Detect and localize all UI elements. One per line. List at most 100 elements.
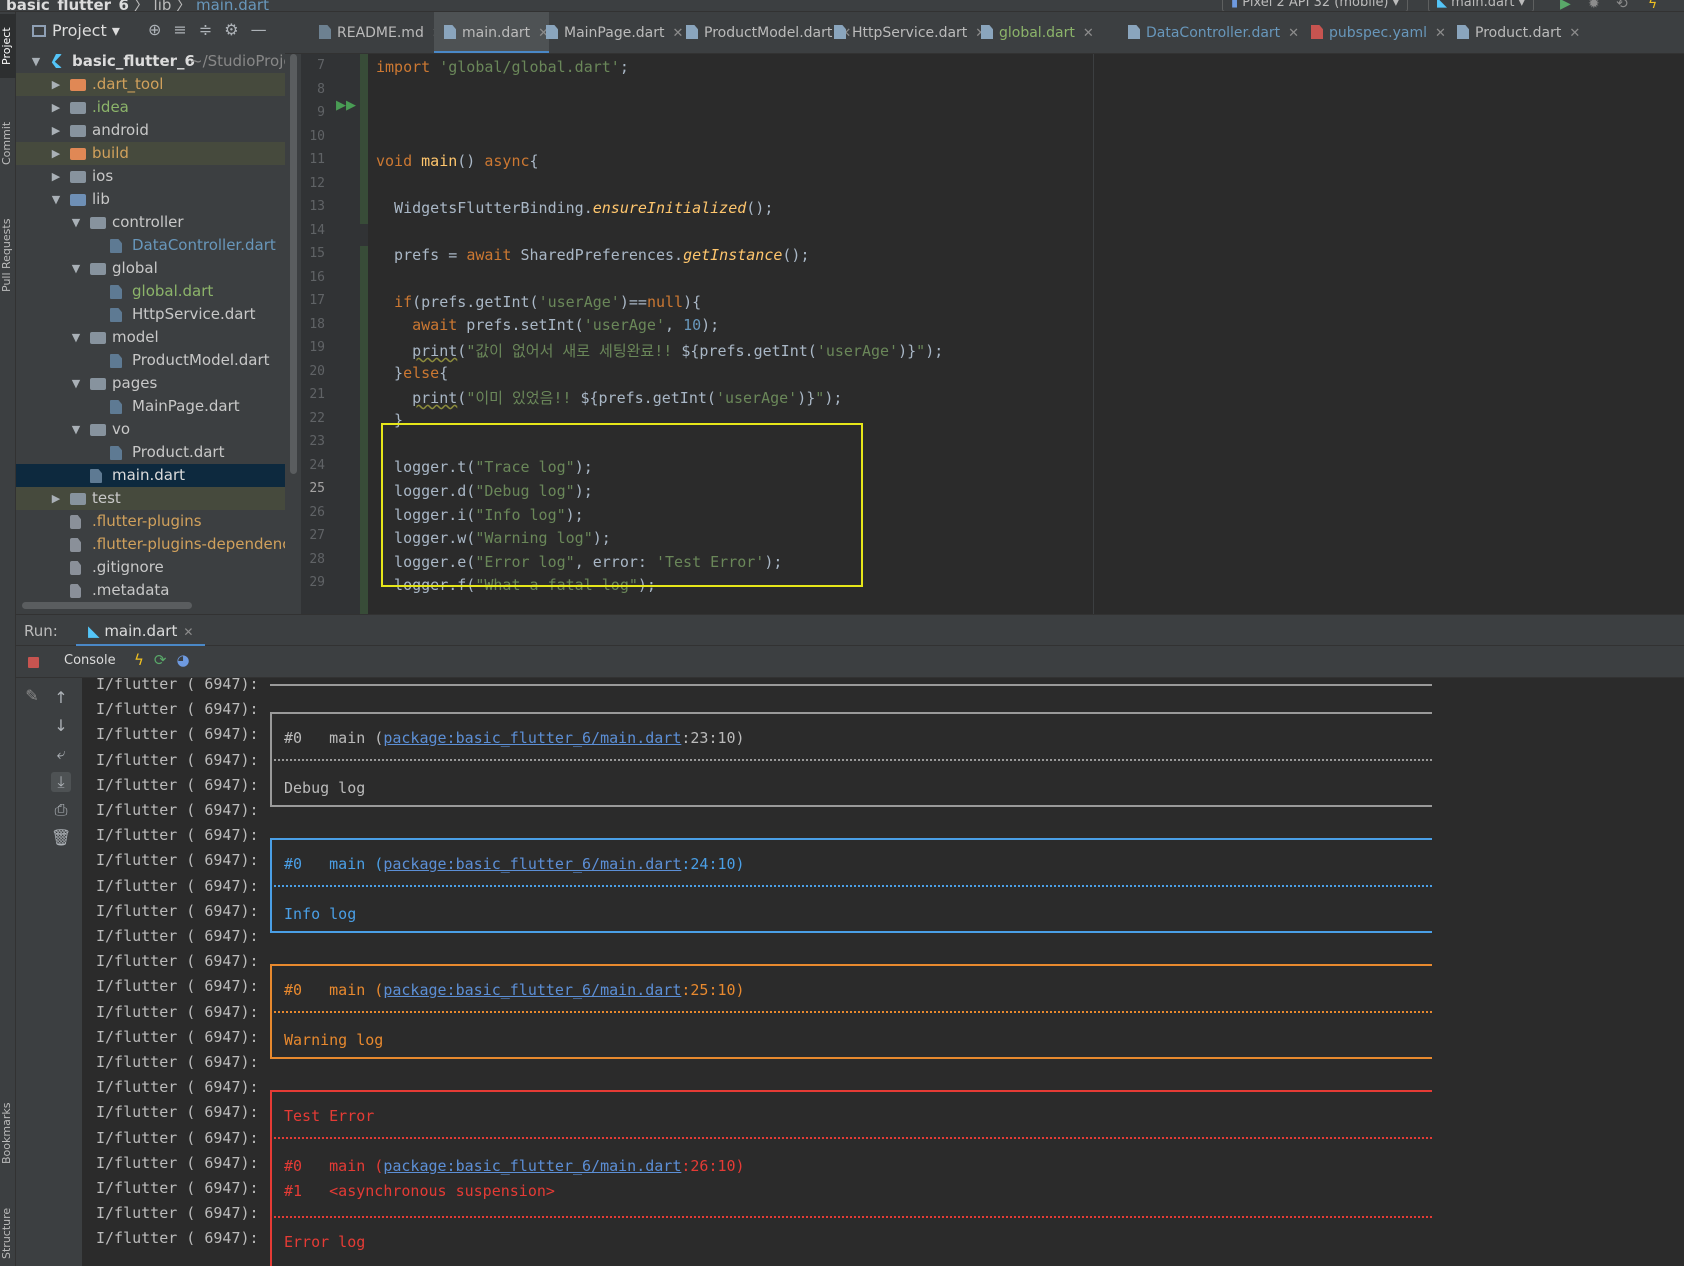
tab-httpservice-dart[interactable]: HttpService.dart ✕	[824, 12, 986, 53]
chevron-right-icon[interactable]: ▶	[50, 96, 62, 119]
close-icon[interactable]: ✕	[1083, 26, 1094, 41]
chevron-down-icon[interactable]: ▼	[70, 372, 82, 395]
tree-item[interactable]: .flutter-plugins	[16, 510, 285, 533]
folder-icon	[90, 217, 106, 229]
tab-product-dart[interactable]: Product.dart ✕	[1447, 12, 1580, 53]
run-tab-main-dart[interactable]: ◣ main.dart ✕	[76, 615, 206, 647]
structure-tool-button[interactable]: Structure	[0, 1198, 16, 1266]
collapse-all-icon[interactable]: ≑	[199, 20, 224, 39]
hot-reload-icon[interactable]: ϟ	[1648, 0, 1657, 11]
breadcrumb-dir[interactable]: lib	[154, 0, 172, 11]
debug-message: Debug log	[284, 779, 366, 797]
debug-icon[interactable]: ✹	[1588, 0, 1600, 11]
breadcrumb-file[interactable]: main.dart	[196, 0, 269, 11]
chevron-right-icon[interactable]: ▶	[50, 73, 62, 96]
tree-item[interactable]: ▶ ios	[16, 165, 285, 188]
device-selector[interactable]: ▮ Pixel 2 API 32 (mobile) ▾	[1222, 0, 1409, 11]
soft-wrap-icon[interactable]: ⤶	[51, 744, 71, 764]
run-icon[interactable]: ▶	[1560, 0, 1571, 11]
tree-item[interactable]: ▼ model	[16, 326, 285, 349]
tree-item[interactable]: .gitignore	[16, 556, 285, 579]
chevron-down-icon[interactable]: ▼	[70, 257, 82, 280]
error-async-trace: #1 <asynchronous suspension>	[284, 1182, 555, 1200]
gear-icon[interactable]: ⚙	[224, 20, 250, 39]
log-prefix: I/flutter ( 6947):	[96, 1053, 259, 1071]
print-icon[interactable]: ⎙	[51, 800, 71, 820]
tab-datacontroller-dart[interactable]: DataController.dart ✕	[1118, 12, 1299, 53]
down-arrow-icon[interactable]: ↓	[51, 716, 71, 735]
expand-all-icon[interactable]: ≡	[173, 20, 198, 39]
tab-readme-md[interactable]: README.md✕	[309, 12, 443, 53]
locate-icon[interactable]: ⊕	[148, 20, 173, 39]
project-tree: ▼ basic_flutter_6 ~/StudioProje ▶ .dart_tool…	[16, 48, 285, 614]
tree-item[interactable]: ▼ lib	[16, 188, 285, 211]
hot-reload-icon[interactable]: ϟ	[134, 651, 154, 669]
tab-mainpage-dart[interactable]: MainPage.dart ✕	[536, 12, 683, 53]
hot-restart-icon[interactable]: ⟳	[154, 651, 177, 669]
tree-item[interactable]: DataController.dart	[16, 234, 285, 257]
chevron-down-icon[interactable]: ▼	[70, 326, 82, 349]
project-view-selector[interactable]: Project ▾	[32, 21, 120, 40]
tree-item[interactable]: ProductModel.dart	[16, 349, 285, 372]
close-icon[interactable]: ✕	[1435, 26, 1446, 41]
hide-icon[interactable]: —	[251, 20, 279, 39]
close-icon[interactable]: ✕	[183, 625, 193, 639]
source-link[interactable]: package:basic_flutter_6/main.dart	[383, 729, 681, 747]
tree-item[interactable]: Product.dart	[16, 441, 285, 464]
scroll-to-end-icon[interactable]: ⤓	[51, 772, 71, 792]
chevron-right-icon[interactable]: ▶	[50, 487, 62, 510]
breadcrumb-project[interactable]: basic_flutter_6	[6, 0, 129, 11]
run-gutter-icon[interactable]: ▶▶	[336, 98, 356, 113]
stop-icon[interactable]	[28, 657, 39, 668]
tree-item[interactable]: ▶ .dart_tool	[16, 73, 285, 96]
console-output[interactable]: I/flutter ( 6947): I/flutter ( 6947): I/fl…	[82, 678, 1684, 1266]
tree-item[interactable]: HttpService.dart	[16, 303, 285, 326]
trash-icon[interactable]: 🗑	[51, 828, 71, 847]
chevron-right-icon[interactable]: ▶	[50, 165, 62, 188]
tree-item[interactable]: ▼ global	[16, 257, 285, 280]
chevron-right-icon[interactable]: ▶	[50, 142, 62, 165]
tree-item[interactable]: ▶ .idea	[16, 96, 285, 119]
attach-icon[interactable]: ⟲	[1616, 0, 1628, 11]
commit-tool-button[interactable]: Commit	[0, 108, 16, 178]
project-tool-button[interactable]: Project	[0, 14, 16, 78]
log-prefix: I/flutter ( 6947):	[96, 876, 259, 895]
chevron-down-icon[interactable]: ▼	[70, 211, 82, 234]
tab-global-dart[interactable]: global.dart ✕	[971, 12, 1094, 53]
tree-item[interactable]: ▼ controller	[16, 211, 285, 234]
source-link[interactable]: package:basic_flutter_6/main.dart	[383, 1157, 681, 1175]
chevron-down-icon[interactable]: ▼	[70, 418, 82, 441]
tree-item[interactable]: global.dart	[16, 280, 285, 303]
close-icon[interactable]: ✕	[1288, 26, 1299, 41]
tree-item[interactable]: MainPage.dart	[16, 395, 285, 418]
tab-pubspec-yaml[interactable]: pubspec.yaml ✕	[1301, 12, 1446, 53]
tree-item[interactable]: ▶ android	[16, 119, 285, 142]
source-link[interactable]: package:basic_flutter_6/main.dart	[383, 981, 681, 999]
tree-item[interactable]: .flutter-plugins-dependenci	[16, 533, 285, 556]
tree-item[interactable]: main.dart	[16, 464, 285, 487]
pull-requests-tool-button[interactable]: Pull Requests	[0, 200, 16, 310]
tree-item[interactable]: ▼ pages	[16, 372, 285, 395]
devtools-icon[interactable]: ◕	[176, 651, 199, 669]
chevron-right-icon[interactable]: ▶	[50, 119, 62, 142]
tree-horizontal-scrollbar[interactable]	[16, 598, 285, 614]
close-icon[interactable]: ✕	[1569, 26, 1580, 41]
console-tab[interactable]: Console	[64, 653, 116, 668]
run-config-selector[interactable]: ◣ main.dart ▾	[1428, 0, 1535, 11]
chevron-down-icon[interactable]: ▼	[50, 188, 62, 211]
line-number: 10	[309, 128, 325, 144]
dart-icon	[110, 354, 122, 368]
pin-icon[interactable]: ✎	[22, 686, 42, 705]
tree-item[interactable]: ▶ build	[16, 142, 285, 165]
tree-item[interactable]: ▶ test	[16, 487, 285, 510]
bookmarks-tool-button[interactable]: Bookmarks	[0, 1088, 16, 1178]
chevron-down-icon[interactable]: ▼	[30, 50, 42, 73]
tree-item[interactable]: ▼ basic_flutter_6 ~/StudioProje	[16, 50, 285, 73]
tab-main-dart[interactable]: main.dart ✕	[434, 12, 550, 53]
up-arrow-icon[interactable]: ↑	[51, 688, 71, 707]
breadcrumb: basic_flutter_6 〉 lib 〉 main.dart	[6, 0, 269, 11]
tree-item-label: build	[92, 144, 129, 162]
tree-vertical-scrollbar[interactable]	[285, 54, 301, 614]
tree-item[interactable]: ▼ vo	[16, 418, 285, 441]
source-link[interactable]: package:basic_flutter_6/main.dart	[383, 855, 681, 873]
